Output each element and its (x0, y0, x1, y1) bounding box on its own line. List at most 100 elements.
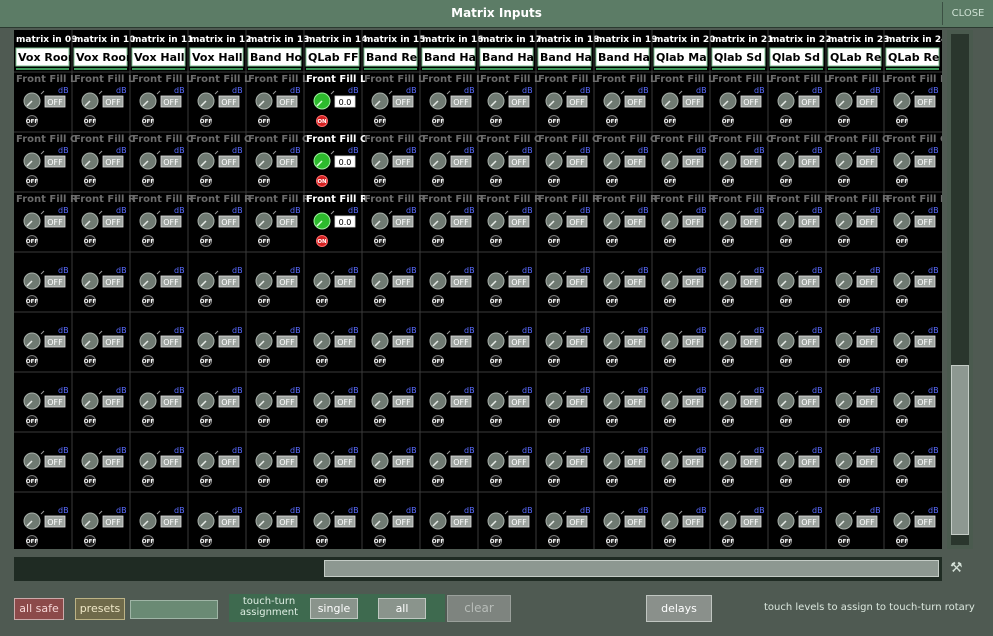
unit-label: dB (348, 326, 359, 335)
unit-label: dB (638, 266, 649, 275)
row-label: Front Fill R (16, 194, 78, 205)
unit-label: dB (522, 506, 533, 515)
knob-tick (156, 510, 161, 515)
knob-tick (98, 210, 103, 215)
assign-state: OFF (84, 359, 96, 365)
row-label: Front Fill C (422, 134, 483, 145)
delays-button[interactable]: delays (646, 595, 712, 622)
clear-button[interactable]: clear (447, 595, 511, 622)
row-label: Front Fill C (306, 134, 367, 145)
knob-tick (562, 90, 567, 95)
assign-state: OFF (606, 539, 618, 545)
knob-tick (330, 330, 335, 335)
unit-label: dB (290, 146, 301, 155)
assign-state: OFF (490, 119, 502, 125)
level-value: OFF (627, 218, 643, 227)
assign-state: OFF (838, 539, 850, 545)
unit-label: dB (232, 506, 243, 515)
assign-state: OFF (142, 239, 154, 245)
tools-icon[interactable]: ⚒ (950, 560, 963, 576)
assign-state: OFF (548, 119, 560, 125)
assign-state: OFF (84, 239, 96, 245)
level-value: OFF (569, 278, 585, 287)
assign-state: OFF (258, 359, 270, 365)
all-button[interactable]: all (378, 598, 426, 619)
level-value: OFF (569, 218, 585, 227)
assign-state: OFF (84, 539, 96, 545)
unit-label: dB (290, 506, 301, 515)
assign-state: OFF (548, 239, 560, 245)
assign-state: OFF (200, 239, 212, 245)
matrix-grid: matrix in 09 Vox Roon matrix in 10 Vox Roon… (14, 30, 942, 549)
unit-label: dB (580, 146, 591, 155)
level-value: 0.0 (339, 158, 352, 167)
horizontal-scrollbar[interactable] (14, 557, 942, 581)
level-value: OFF (917, 218, 933, 227)
assign-state: OFF (26, 239, 38, 245)
knob-tick (852, 210, 857, 215)
knob-tick (736, 90, 741, 95)
knob-tick (446, 330, 451, 335)
row-label: Front Fill R (248, 194, 310, 205)
knob-tick (214, 450, 219, 455)
row-label: Front Fill L (770, 74, 831, 85)
unit-label: dB (812, 86, 823, 95)
assign-state: OFF (606, 419, 618, 425)
assign-state: OFF (316, 299, 328, 305)
unit-label: dB (58, 146, 69, 155)
unit-label: dB (232, 146, 243, 155)
level-value: OFF (627, 338, 643, 347)
assign-state: OFF (142, 539, 154, 545)
level-value: OFF (859, 278, 875, 287)
level-value: OFF (105, 98, 121, 107)
level-value: OFF (569, 158, 585, 167)
knob-tick (98, 90, 103, 95)
unit-label: dB (870, 266, 881, 275)
channel-underline (132, 68, 185, 70)
preset-name-field[interactable] (130, 600, 218, 619)
channel-underline (828, 68, 881, 70)
unit-label: dB (232, 266, 243, 275)
level-value: OFF (105, 518, 121, 527)
unit-label: dB (116, 386, 127, 395)
knob-tick (910, 450, 915, 455)
level-value: OFF (801, 458, 817, 467)
assign-state: OFF (200, 299, 212, 305)
horizontal-scroll-thumb[interactable] (324, 560, 939, 577)
unit-label: dB (638, 86, 649, 95)
level-value: OFF (395, 518, 411, 527)
row-label: Front Fill R (306, 194, 368, 205)
knob-tick (388, 450, 393, 455)
column-header: matrix in 24 (886, 35, 942, 45)
presets-button[interactable]: presets (75, 598, 125, 620)
unit-label: dB (638, 506, 649, 515)
single-button[interactable]: single (310, 598, 358, 619)
assign-state: ON (317, 119, 327, 125)
unit-label: dB (928, 326, 939, 335)
unit-label: dB (348, 386, 359, 395)
column-header: matrix in 14 (306, 35, 367, 45)
level-value: OFF (105, 278, 121, 287)
unit-label: dB (116, 326, 127, 335)
unit-label: dB (58, 386, 69, 395)
level-value: OFF (337, 518, 353, 527)
vertical-scroll-thumb[interactable] (951, 365, 969, 535)
column-header: matrix in 22 (770, 35, 831, 45)
unit-label: dB (58, 206, 69, 215)
all-safe-button[interactable]: all safe (14, 598, 64, 620)
assign-state: OFF (722, 179, 734, 185)
unit-label: dB (580, 206, 591, 215)
close-button[interactable]: CLOSE (942, 2, 993, 25)
level-value: OFF (279, 398, 295, 407)
knob-tick (214, 210, 219, 215)
level-value: OFF (395, 458, 411, 467)
row-label: Front Fill L (538, 74, 599, 85)
channel-name: Band Hall (482, 51, 542, 64)
assign-state: OFF (200, 479, 212, 485)
column-header: matrix in 18 (538, 35, 599, 45)
channel-underline (538, 68, 591, 70)
assign-state: OFF (548, 299, 560, 305)
channel-name: Band Rea (366, 51, 425, 64)
vertical-scrollbar[interactable] (947, 30, 973, 549)
knob-tick (794, 510, 799, 515)
